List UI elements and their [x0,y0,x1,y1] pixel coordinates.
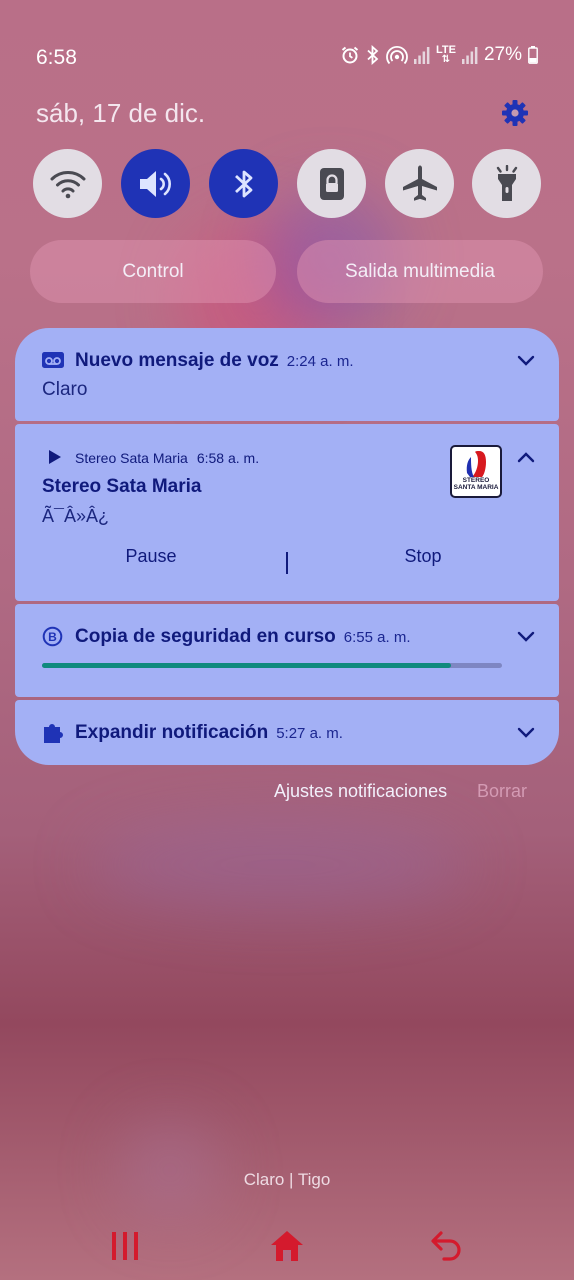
battery-icon [528,46,538,64]
backup-progress-fill [42,663,452,668]
back-icon [431,1231,461,1261]
status-bar: 6:58 LTE ⇅ 27% [0,0,574,80]
date-label: sáb, 17 de dic. [36,98,206,128]
battery-percent: 27% [483,44,522,65]
flashlight-icon [496,164,517,201]
back-button[interactable] [425,1226,469,1266]
lte-icon: LTE ⇅ [436,44,456,65]
backup-progress-bar [42,663,502,668]
artwork-text-2: SANTA MARIA [453,484,499,491]
pause-button[interactable]: Pause [15,546,287,567]
alarm-icon [341,46,359,64]
radio-logo-icon [466,451,486,477]
chevron-down-icon[interactable] [517,631,535,643]
notification-time: 2:24 a. m. [286,353,354,370]
quick-settings-row [33,149,541,218]
notification-time: 6:58 a. m. [196,450,260,466]
play-icon [49,450,61,464]
bluetooth-icon [234,170,252,197]
home-button[interactable] [265,1226,309,1266]
svg-text:B: B [48,630,57,644]
notification-time: 6:55 a. m. [343,629,411,646]
chevron-up-icon[interactable] [517,451,535,463]
puzzle-icon [44,724,63,743]
media-artwork: STEREO SANTA MARIA [450,445,502,498]
lock-icon [319,167,344,200]
chevron-down-icon[interactable] [517,355,535,367]
airplane-toggle[interactable] [385,149,454,218]
signal-icon [461,47,478,64]
expand-notification[interactable]: Expandir notificación 5:27 a. m. [15,700,559,765]
wifi-icon [50,170,85,198]
clear-all-button[interactable]: Borrar [477,781,527,802]
volume-icon [139,170,171,197]
media-subtitle: Ã¯Â»Â¿ [42,506,109,526]
bluetooth-icon [367,45,379,65]
flashlight-toggle[interactable] [472,149,541,218]
artwork-text-1: STEREO [462,477,490,484]
stop-button[interactable]: Stop [287,546,559,567]
signal-icon [414,47,430,64]
media-app-name: Stereo Sata Maria [75,450,188,466]
notification-title: Nuevo mensaje de voz [75,350,279,371]
voicemail-notification[interactable]: Nuevo mensaje de voz 2:24 a. m. Claro [15,328,559,421]
media-title: Stereo Sata Maria [42,476,202,497]
notification-title: Expandir notificación [75,722,269,743]
sound-toggle[interactable] [121,149,190,218]
carrier-label: Claro | Tigo [243,1170,331,1189]
media-notification[interactable]: Stereo Sata Maria 6:58 a. m. Stereo Sata … [15,424,559,601]
gear-icon [502,100,528,126]
notification-settings-link[interactable]: Ajustes notificaciones [274,781,447,802]
device-control-button[interactable]: Control [30,240,276,303]
recents-button[interactable] [103,1226,147,1266]
clock: 6:58 [36,46,77,69]
voicemail-icon [42,352,64,368]
hotspot-icon [386,45,408,65]
backup-notification[interactable]: B Copia de seguridad en curso 6:55 a. m. [15,604,559,697]
bluetooth-toggle[interactable] [209,149,278,218]
navigation-bar [0,1210,574,1280]
wifi-toggle[interactable] [33,149,102,218]
notification-time: 5:27 a. m. [276,725,343,742]
airplane-icon [402,165,437,201]
notification-body: Claro [42,379,88,400]
status-icons: LTE ⇅ 27% [340,44,538,66]
backup-icon: B [42,626,63,647]
home-icon [271,1231,303,1261]
settings-button[interactable] [500,98,530,128]
rotation-lock-toggle[interactable] [297,149,366,218]
recents-icon [112,1232,138,1260]
chevron-down-icon[interactable] [517,727,535,739]
notification-title: Copia de seguridad en curso [75,626,336,647]
media-output-button[interactable]: Salida multimedia [297,240,543,303]
